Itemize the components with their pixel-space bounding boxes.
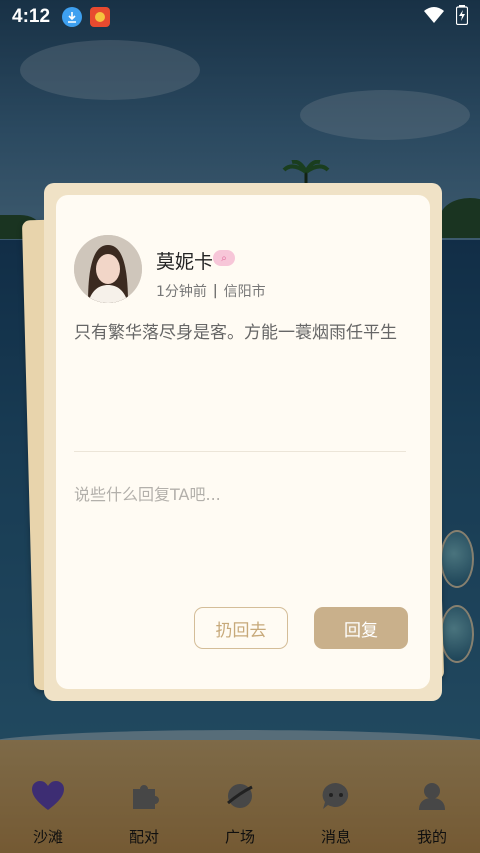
reply-input[interactable]	[74, 481, 404, 581]
status-bar: 4:12	[0, 0, 480, 34]
post-location: 信阳市	[223, 284, 266, 300]
avatar[interactable]	[74, 235, 142, 303]
battery-icon	[455, 5, 469, 29]
app-notification-icon	[90, 7, 111, 27]
search-badge-icon: ⌕	[213, 250, 235, 266]
wifi-icon	[424, 7, 444, 27]
bottle-message-dialog: 莫妮卡 ⌕ 1分钟前 | 信阳市 只有繁华落尽身是客。方能一蓑烟雨任平生 扔回去…	[44, 183, 442, 701]
post-meta: 1分钟前 | 信阳市	[156, 281, 266, 301]
status-time: 4:12	[12, 6, 51, 27]
meta-separator: |	[212, 283, 218, 299]
reply-button[interactable]: 回复	[314, 607, 408, 649]
post-content: 只有繁华落尽身是客。方能一蓑烟雨任平生	[74, 323, 397, 343]
dialog-body: 莫妮卡 ⌕ 1分钟前 | 信阳市 只有繁华落尽身是客。方能一蓑烟雨任平生 扔回去…	[56, 195, 430, 689]
throw-back-button[interactable]: 扔回去	[194, 607, 288, 649]
download-icon	[62, 7, 83, 27]
author-name: 莫妮卡	[156, 251, 214, 273]
divider	[74, 451, 406, 452]
post-time: 1分钟前	[156, 284, 207, 300]
